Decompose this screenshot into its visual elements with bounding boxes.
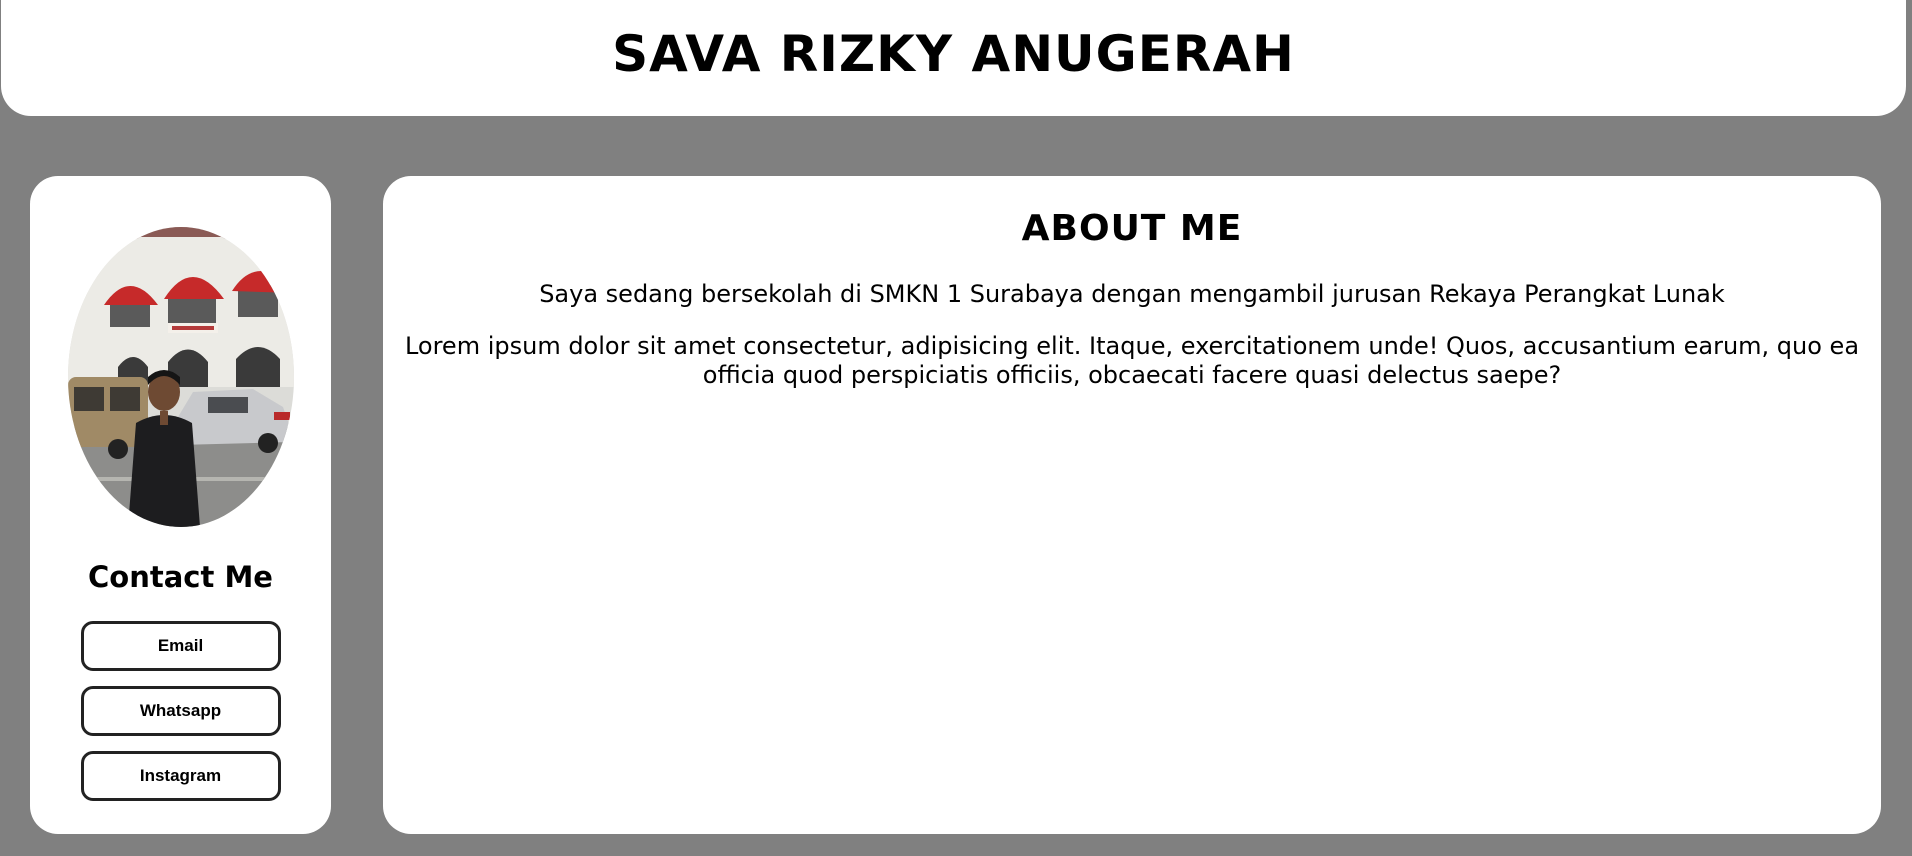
about-section: ABOUT ME Saya sedang bersekolah di SMKN … [383,176,1881,834]
whatsapp-button[interactable]: Whatsapp [80,686,281,736]
profile-sidebar: Contact Me Email Whatsapp Instagram [30,176,331,834]
email-button[interactable]: Email [80,621,281,671]
page-title: SAVA RIZKY ANUGERAH [612,25,1295,83]
about-paragraph-lorem: Lorem ipsum dolor sit amet consectetur, … [404,332,1860,389]
contact-title: Contact Me [88,560,273,594]
instagram-button[interactable]: Instagram [80,751,281,801]
page-header: SAVA RIZKY ANUGERAH [1,0,1906,116]
about-paragraph-school: Saya sedang bersekolah di SMKN 1 Surabay… [539,280,1725,308]
about-heading: ABOUT ME [1021,208,1243,249]
profile-photo [67,227,294,527]
